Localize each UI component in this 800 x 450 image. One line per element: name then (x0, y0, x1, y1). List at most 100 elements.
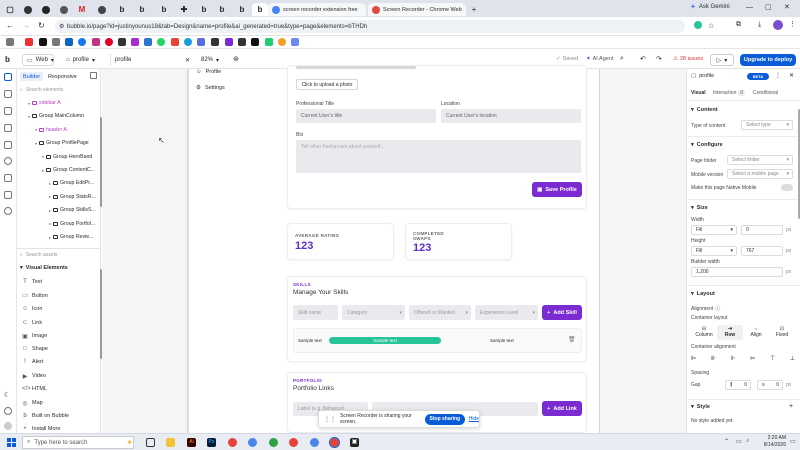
layout-section-header[interactable]: ▾ Layout (691, 291, 715, 297)
bookmark-youtube-icon[interactable] (25, 38, 33, 46)
tab-builder[interactable]: Builder (20, 72, 44, 81)
tree-item[interactable]: ▸ Group ContentC... (42, 167, 95, 173)
tab-chrome-web-store[interactable]: Screen Recorder - Chrome Web (368, 3, 466, 16)
stop-sharing-button[interactable]: Stop sharing (424, 413, 465, 425)
grid-toggle-icon[interactable]: ⊛ (233, 55, 239, 63)
tab-favicon-gmail[interactable] (56, 3, 72, 16)
download-icon[interactable]: ⤓ (758, 21, 761, 29)
screen-recorder-icon[interactable]: ▣ (350, 438, 359, 447)
visual-element-item[interactable]: ◎ Map (22, 400, 42, 407)
tab-favicon-bubble-6[interactable]: b (234, 3, 250, 16)
bookmark-icon-black[interactable] (251, 38, 259, 46)
content-section-header[interactable]: ▾ Content (691, 107, 718, 113)
bookmark-x-icon[interactable] (39, 38, 47, 46)
issues-button[interactable]: ⚠ 28 issues (673, 56, 703, 62)
bookmark-gmail-icon[interactable] (171, 38, 179, 46)
chrome-icon-5[interactable] (310, 438, 319, 447)
tab-favicon-bubble-4[interactable]: b (196, 3, 212, 16)
chevron-icon[interactable]: ▸ (49, 208, 51, 213)
chrome-icon-2[interactable] (248, 438, 257, 447)
photoshop-icon[interactable]: Ps (207, 438, 216, 447)
platform-selector[interactable]: ▭ Web ▾ (22, 54, 54, 66)
width-min-input[interactable]: 0 (741, 225, 783, 235)
height-value-input[interactable]: 767 (741, 246, 783, 256)
design-tab-icon[interactable] (4, 73, 12, 81)
tree-item[interactable]: ▾ Group HeroBand (42, 154, 92, 160)
native-mobile-toggle[interactable] (781, 184, 793, 191)
page-profile[interactable]: ☺ Profile ⚙ Settings Click to upload a p… (187, 65, 600, 433)
url-input[interactable]: ⚙ bubble.io/page?id=justinyounus18&tab=D… (55, 20, 685, 33)
tab-favicon-bubble-active[interactable]: b (252, 3, 268, 16)
tab-favicon-chrome[interactable] (20, 3, 36, 16)
tab-responsive[interactable]: Responsive (45, 72, 80, 81)
align-top-icon[interactable]: ⊤ (770, 355, 775, 362)
bubble-logo[interactable]: b (5, 55, 10, 64)
volume-icon[interactable]: ♪ (746, 438, 749, 444)
width-mode-select[interactable]: Fill ▾ (691, 225, 737, 235)
style-section-header[interactable]: ▾ Style (691, 404, 710, 410)
height-mode-select[interactable]: Fill ▾ (691, 246, 737, 256)
network-icon[interactable]: ▭ (736, 438, 742, 445)
chevron-icon[interactable]: ▸ (49, 181, 51, 186)
offered-wanted-dropdown[interactable]: Offered or Wanted ▾ (409, 305, 471, 320)
page-selector[interactable]: ⌂ profile ▾ (62, 54, 104, 66)
tree-item[interactable]: ▸ Group SkillsS... (49, 207, 96, 213)
help-circle-icon[interactable] (4, 407, 12, 415)
tab-visual[interactable]: Visual (691, 90, 706, 96)
task-view-icon[interactable] (146, 438, 155, 447)
tab-conditional[interactable]: Conditional (753, 90, 778, 96)
bookmark-pinterest-icon[interactable] (105, 38, 113, 46)
chrome-icon-3[interactable] (269, 438, 278, 447)
ai-agent-button[interactable]: ✦ AI Agent (586, 56, 613, 62)
visual-element-item[interactable]: ⊂ Link (22, 319, 42, 327)
visual-element-item[interactable]: + Install More (22, 426, 60, 432)
bookmark-icon-blue[interactable] (144, 38, 152, 46)
chevron-icon[interactable]: ▸ (49, 194, 51, 199)
experience-level-dropdown[interactable]: Experience Level ▾ (475, 305, 538, 320)
trash-icon[interactable]: 🗑 (568, 336, 576, 343)
configure-section-header[interactable]: ▾ Configure (691, 142, 723, 148)
workflow-tab-icon[interactable] (4, 90, 12, 98)
builder-width-input[interactable]: 1,200 (691, 267, 783, 277)
add-link-button[interactable]: + Add Link (542, 401, 582, 416)
hide-link[interactable]: Hide (469, 416, 479, 422)
tab-favicon-bubble-5[interactable]: b (214, 3, 230, 16)
add-style-icon[interactable]: + (789, 403, 793, 410)
visual-elements-header[interactable]: ▾ Visual Elements (20, 265, 68, 271)
chevron-icon[interactable]: ▾ (28, 114, 30, 119)
bookmark-icon-orange[interactable] (278, 38, 286, 46)
windows-start-icon[interactable] (7, 438, 16, 447)
extensions-puzzle-icon[interactable]: ⧉ (736, 21, 741, 29)
tab-favicon-youtube[interactable] (38, 3, 54, 16)
tab-interaction[interactable]: Interaction 0 (713, 90, 746, 96)
tab-favicon-plus[interactable]: ✚ (176, 3, 192, 16)
visual-element-item[interactable]: </> HTML (22, 386, 47, 392)
help-icon[interactable] (4, 207, 12, 215)
chevron-icon[interactable]: ▸ (42, 168, 44, 173)
bio-textarea[interactable]: Tell other freelancers about yourself... (296, 140, 581, 173)
tab-favicon-bubble-3[interactable]: b (156, 3, 172, 16)
visual-element-item[interactable]: b Built on Bubble (22, 413, 69, 419)
visual-element-item[interactable]: ! Alert (22, 359, 43, 365)
chrome-icon-1[interactable] (228, 438, 237, 447)
layers-tab-icon[interactable] (4, 191, 12, 199)
visual-element-item[interactable]: □ Shape (22, 346, 48, 352)
drag-handle-icon[interactable]: ⋮⋮ (324, 416, 336, 423)
star-icon[interactable]: ☆ (708, 22, 714, 30)
professional-title-input[interactable]: Current User's title (296, 109, 436, 123)
new-tab-button[interactable]: + (466, 3, 482, 16)
layout-option-align[interactable]: ⇔ Align (743, 325, 769, 340)
chrome-menu-icon[interactable]: ⋮ (789, 20, 796, 28)
clock[interactable]: 2:20 AM 8/14/2026 (756, 435, 786, 449)
upgrade-to-deploy-button[interactable]: Upgrade to deploy (740, 54, 796, 66)
tree-item[interactable]: ▾ sidebar A (28, 100, 61, 106)
chevron-icon[interactable]: ▸ (49, 221, 51, 226)
add-skill-button[interactable]: + Add Skill (542, 305, 582, 320)
tree-item[interactable]: ▸ Group Portfol... (49, 221, 95, 227)
save-profile-button[interactable]: ▣ Save Profile (532, 182, 582, 197)
gap-row-input[interactable]: ≡ 0 (757, 380, 783, 390)
preview-button[interactable]: ▷ ▾ (710, 54, 734, 66)
file-explorer-icon[interactable] (166, 438, 175, 447)
user-avatar-icon[interactable] (4, 422, 12, 430)
tab-favicon-bubble-2[interactable]: b (134, 3, 150, 16)
